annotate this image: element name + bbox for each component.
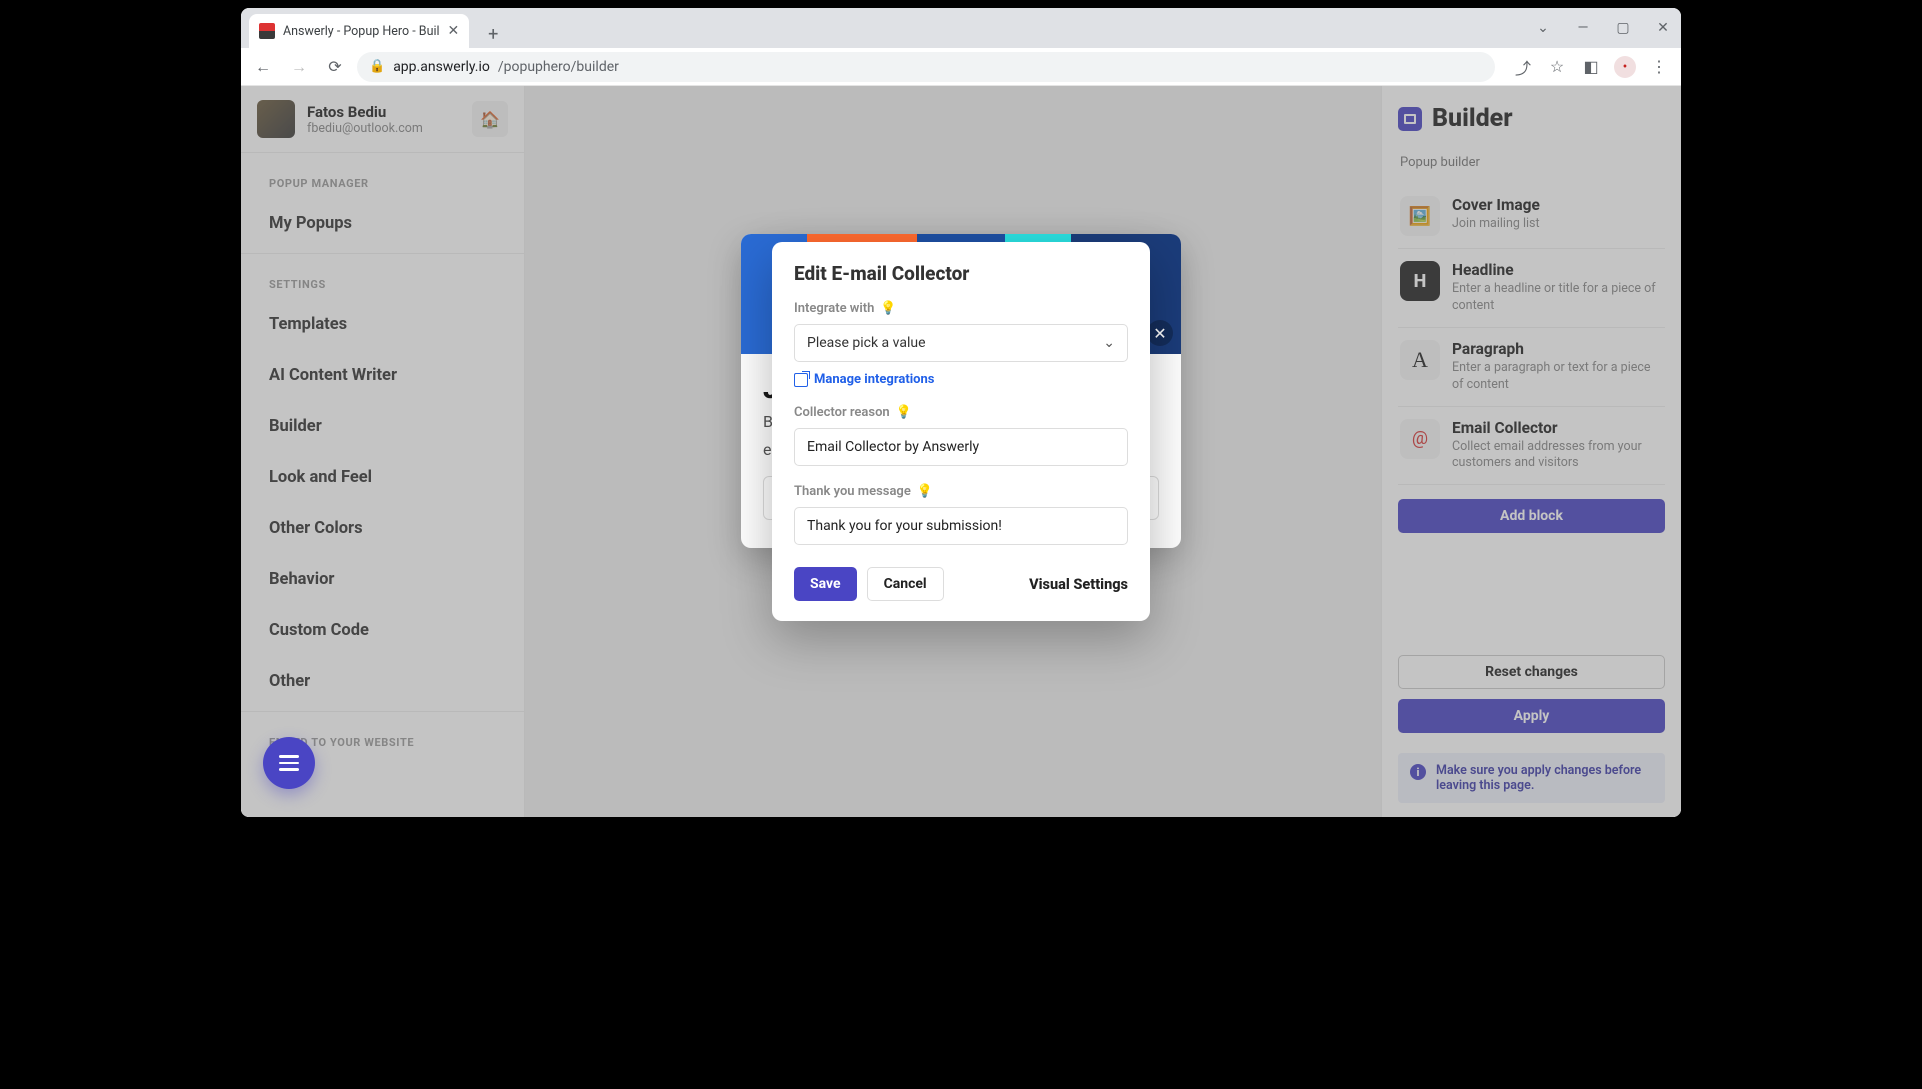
tab-search-icon[interactable]: ⌄	[1531, 20, 1555, 36]
thank-you-input[interactable]	[794, 507, 1128, 545]
modal-title: Edit E-mail Collector	[794, 262, 1128, 285]
window-controls: ⌄ — ▢ ✕	[1531, 8, 1675, 48]
omnibox[interactable]: 🔒 app.answerly.io/popuphero/builder	[357, 52, 1495, 82]
tab-close-icon[interactable]: ✕	[448, 23, 460, 39]
integrate-select-value: Please pick a value	[807, 335, 926, 351]
browser-tab[interactable]: Answerly - Popup Hero - Buil ✕	[249, 14, 469, 48]
collector-reason-input[interactable]	[794, 428, 1128, 466]
nav-forward-button[interactable]: →	[285, 53, 313, 81]
visual-settings-button[interactable]: Visual Settings	[1029, 576, 1128, 593]
browser-menu-icon[interactable]: ⋮	[1645, 53, 1673, 81]
tab-title: Answerly - Popup Hero - Buil	[283, 24, 440, 39]
browser-toolbar: ← → ⟳ 🔒 app.answerly.io/popuphero/builde…	[241, 48, 1681, 86]
new-tab-button[interactable]: +	[479, 20, 507, 48]
hint-icon[interactable]: 💡	[917, 484, 933, 499]
profile-avatar[interactable]: •	[1611, 53, 1639, 81]
collector-reason-label: Collector reason 💡	[794, 405, 1128, 420]
external-link-icon	[794, 373, 808, 387]
preview-close-icon[interactable]: ✕	[1147, 320, 1173, 346]
window-maximize-icon[interactable]: ▢	[1611, 20, 1635, 36]
tab-favicon-icon	[259, 23, 275, 39]
window-close-icon[interactable]: ✕	[1651, 20, 1675, 36]
nav-reload-button[interactable]: ⟳	[321, 53, 349, 81]
sidepanel-icon[interactable]: ◧	[1577, 53, 1605, 81]
url-host: app.answerly.io	[393, 59, 490, 75]
bookmark-icon[interactable]: ☆	[1543, 53, 1571, 81]
integrate-select[interactable]: Please pick a value ⌄	[794, 324, 1128, 362]
url-path: /popuphero/builder	[498, 59, 619, 75]
manage-integrations-link[interactable]: Manage integrations	[794, 372, 1128, 387]
integrate-label: Integrate with 💡	[794, 301, 1128, 316]
save-button[interactable]: Save	[794, 567, 857, 601]
thank-you-label: Thank you message 💡	[794, 484, 1128, 499]
menu-icon	[279, 755, 299, 771]
browser-tabstrip: Answerly - Popup Hero - Buil ✕ + ⌄ — ▢ ✕	[241, 8, 1681, 48]
chevron-down-icon: ⌄	[1103, 335, 1115, 351]
lock-icon: 🔒	[369, 59, 385, 74]
window-minimize-icon[interactable]: —	[1571, 20, 1595, 36]
share-icon[interactable]: ⤴	[1509, 53, 1537, 81]
nav-back-button[interactable]: ←	[249, 53, 277, 81]
hint-icon[interactable]: 💡	[880, 301, 896, 316]
edit-email-collector-modal: Edit E-mail Collector Integrate with 💡 P…	[772, 242, 1150, 621]
hint-icon[interactable]: 💡	[896, 405, 912, 420]
help-fab[interactable]	[263, 737, 315, 789]
cancel-button[interactable]: Cancel	[867, 567, 944, 601]
